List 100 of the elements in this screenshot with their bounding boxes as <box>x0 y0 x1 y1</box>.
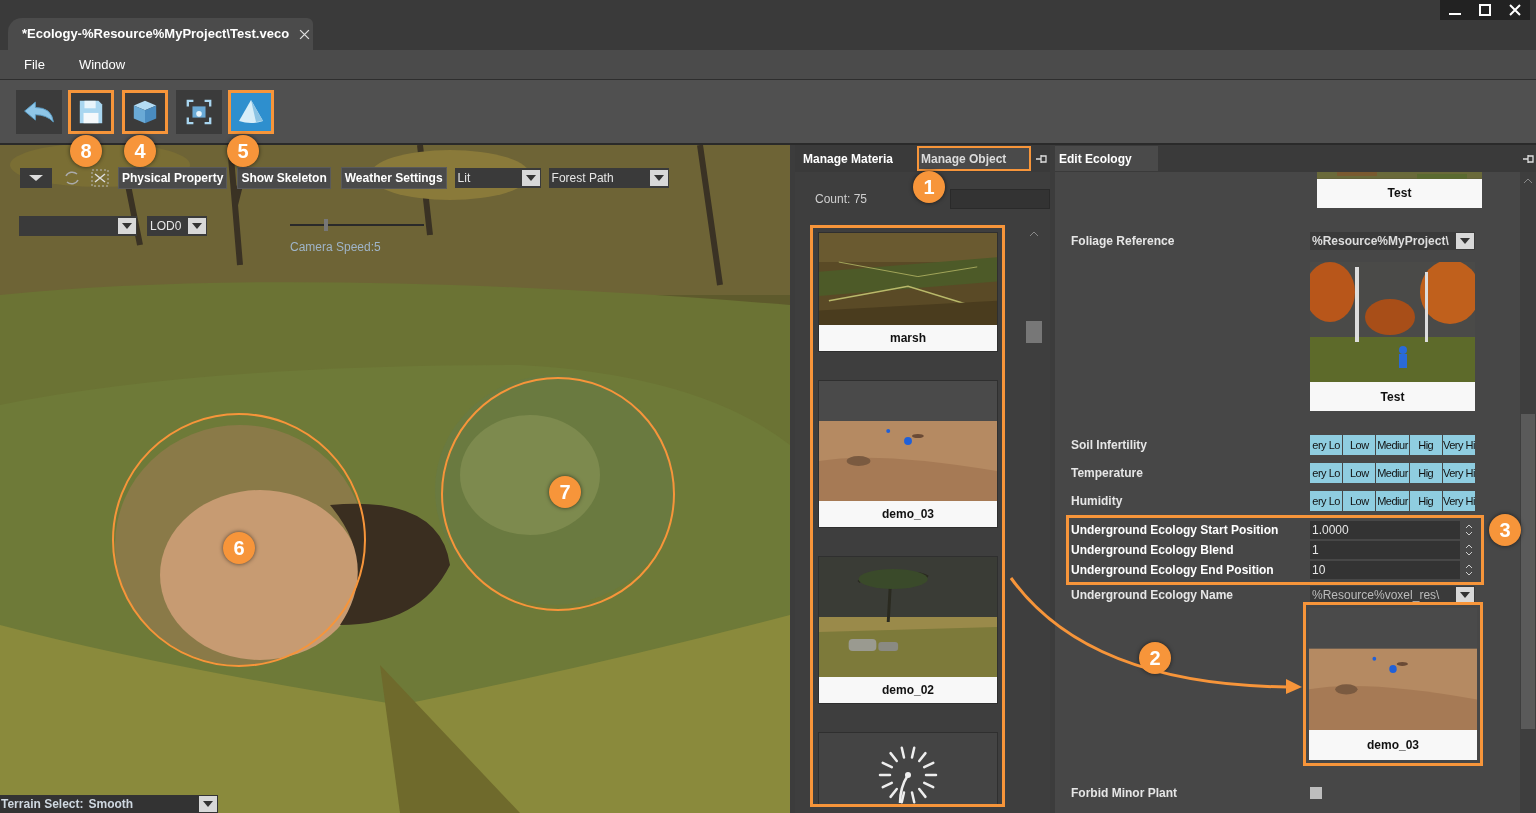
item-count: Count: 75 <box>815 190 868 208</box>
scrollbar-thumb[interactable] <box>1521 414 1535 729</box>
toolbar-button[interactable] <box>122 89 168 134</box>
caret-icon <box>1460 592 1470 598</box>
terrain-select-label: Terrain Select: <box>0 796 85 813</box>
caret-icon <box>192 223 202 229</box>
scroll-up-icon[interactable] <box>1029 231 1039 237</box>
level-segment[interactable]: Low <box>1343 435 1376 455</box>
thumbnail-caption: demo_02 <box>819 677 997 703</box>
camera-speed-label: Camera Speed:5 <box>290 239 381 256</box>
number-field[interactable]: 10 <box>1310 561 1460 579</box>
scrollbar-thumb[interactable] <box>1026 321 1042 343</box>
level-segment[interactable]: Hig <box>1409 491 1442 511</box>
select-value: Lit <box>457 170 471 187</box>
view-menu-button[interactable] <box>20 168 52 188</box>
close-icon <box>1509 4 1521 16</box>
viewport-button[interactable]: Weather Settings <box>340 167 447 189</box>
foliage-reference-select[interactable]: %Resource%MyProject\ <box>1310 232 1475 250</box>
level-segment[interactable]: Low <box>1343 463 1376 483</box>
thumbnail-caption: demo_03 <box>819 501 997 527</box>
callout-number: 3 <box>1489 514 1521 546</box>
number-field[interactable]: 1.0000 <box>1310 521 1460 539</box>
asset-thumbnail[interactable]: marsh <box>818 232 998 352</box>
dropdown-arrow-button[interactable] <box>649 170 668 186</box>
menu-item[interactable]: Window <box>78 54 126 75</box>
scroll-up-icon[interactable] <box>1523 178 1533 184</box>
caret-icon <box>525 175 536 181</box>
level-segment[interactable]: Hig <box>1409 435 1442 455</box>
toolbar-button[interactable] <box>176 89 222 134</box>
level-segment[interactable]: ery Lo <box>1310 491 1343 511</box>
viewport-button[interactable]: Physical Property <box>118 167 228 189</box>
spin-arrows-icon[interactable] <box>1465 523 1473 537</box>
close-icon[interactable] <box>299 28 311 40</box>
number-field[interactable]: 1 <box>1310 541 1460 559</box>
thumbnail-caption: demo_03 <box>1309 730 1477 760</box>
focus-frame-icon <box>185 97 213 126</box>
toolbar-button[interactable] <box>68 89 114 134</box>
camera-speed-slider[interactable] <box>288 219 426 231</box>
thumbnail-caption: Test <box>1317 178 1482 208</box>
field-label: Foliage Reference <box>1071 233 1176 250</box>
level-segment[interactable]: Mediur <box>1376 491 1409 511</box>
viewport-button[interactable]: Show Skeleton <box>237 167 331 189</box>
crop-icon[interactable] <box>90 168 110 188</box>
caret-icon <box>29 175 43 181</box>
level-segment[interactable]: Very Hi <box>1442 435 1475 455</box>
dropdown-arrow-button[interactable] <box>118 218 136 234</box>
dropdown-arrow-button[interactable] <box>188 218 206 234</box>
toolbar-button[interactable] <box>16 89 62 134</box>
level-segment[interactable]: Low <box>1343 491 1376 511</box>
slider-thumb[interactable] <box>324 219 329 231</box>
level-segment[interactable]: Very Hi <box>1442 463 1475 483</box>
minimize-button[interactable] <box>1440 0 1470 20</box>
select-value: %Resource%voxel_res\ <box>1312 587 1440 604</box>
minimize-icon <box>1449 13 1461 15</box>
field-label: Underground Ecology Name <box>1071 587 1235 604</box>
dropdown-arrow-button[interactable] <box>199 796 217 812</box>
spin-arrows-icon[interactable] <box>1465 563 1473 577</box>
asset-thumbnail[interactable]: demo_03 <box>818 380 998 528</box>
field-label: Forbid Minor Plant <box>1071 785 1178 802</box>
select-value: LOD0 <box>150 218 182 235</box>
level-segment[interactable]: Mediur <box>1376 463 1409 483</box>
dropdown-arrow-button[interactable] <box>521 170 540 186</box>
field-label: Humidity <box>1071 493 1124 510</box>
menu-item[interactable]: File <box>24 54 45 75</box>
logo-icon <box>878 745 938 804</box>
level-segment[interactable]: Hig <box>1409 463 1442 483</box>
document-tab-title: *Ecology-%Resource%MyProject\Test.veco <box>22 25 290 44</box>
level-segment[interactable]: Mediur <box>1376 435 1409 455</box>
level-segment[interactable]: ery Lo <box>1310 435 1343 455</box>
panel-tab[interactable]: Edit Ecology <box>1055 146 1158 171</box>
asset-thumbnail[interactable]: demo_02 <box>818 556 998 704</box>
close-button[interactable] <box>1500 0 1530 20</box>
spin-arrows-icon[interactable] <box>1465 543 1473 557</box>
refresh-icon[interactable] <box>62 168 82 188</box>
dropdown-arrow-button[interactable] <box>1456 233 1474 249</box>
shading-select[interactable]: Lit <box>454 168 541 188</box>
thumbnail-caption: Test <box>1310 382 1475 411</box>
toolbar-button[interactable] <box>228 89 274 134</box>
level-segment[interactable]: Very Hi <box>1442 491 1475 511</box>
field-label: Underground Ecology Start Position <box>1071 522 1280 539</box>
panel-tab[interactable]: Manage Object <box>917 146 1031 171</box>
field-label: Underground Ecology End Position <box>1071 562 1275 579</box>
caret-icon <box>653 175 664 181</box>
maximize-icon <box>1479 4 1491 16</box>
lod-select[interactable]: LOD0 <box>147 216 207 236</box>
select-value: Forest Path <box>551 170 614 187</box>
pin-icon[interactable] <box>1035 152 1047 165</box>
panel-tab[interactable]: Manage Materia <box>801 146 913 171</box>
checkbox[interactable] <box>1310 787 1322 799</box>
caret-icon <box>122 223 132 229</box>
pin-icon[interactable] <box>1522 152 1534 165</box>
dropdown-arrow-button[interactable] <box>1456 587 1474 603</box>
field-label: Underground Ecology Blend <box>1071 542 1235 559</box>
select-value: %Resource%MyProject\ <box>1312 233 1449 250</box>
terrain-select[interactable]: Smooth <box>84 795 218 813</box>
scene-select[interactable]: Forest Path <box>548 168 669 188</box>
level-segment[interactable]: ery Lo <box>1310 463 1343 483</box>
asset-thumbnail[interactable] <box>818 732 998 804</box>
object-select[interactable] <box>19 216 137 236</box>
document-tab[interactable]: *Ecology-%Resource%MyProject\Test.veco <box>8 18 313 50</box>
